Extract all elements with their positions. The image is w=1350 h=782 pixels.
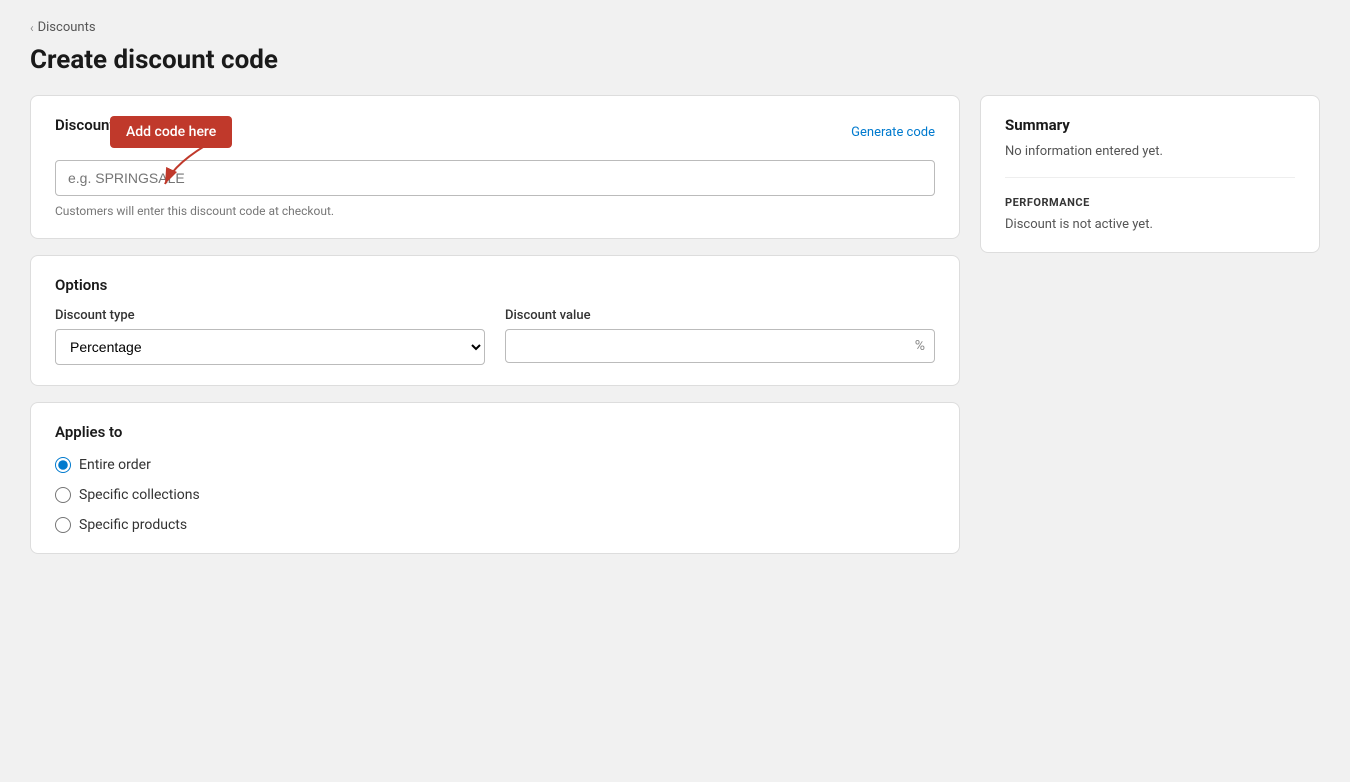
discount-type-label: Discount type: [55, 308, 485, 323]
discount-type-group: Discount type Percentage Fixed amount Fr…: [55, 308, 485, 365]
radio-specific-collections-label: Specific collections: [79, 487, 200, 503]
radio-specific-collections[interactable]: Specific collections: [55, 487, 935, 503]
performance-text: Discount is not active yet.: [1005, 217, 1295, 232]
page-title: Create discount code: [30, 45, 1320, 75]
discount-code-hint: Customers will enter this discount code …: [55, 204, 935, 218]
applies-to-radio-group: Entire order Specific collections Specif…: [55, 457, 935, 533]
discount-value-group: Discount value %: [505, 308, 935, 365]
summary-card: Summary No information entered yet. PERF…: [980, 95, 1320, 253]
discount-type-select[interactable]: Percentage Fixed amount Free shipping Bu…: [55, 329, 485, 365]
left-column: Discount code Generate code Add code her…: [30, 95, 960, 554]
radio-entire-order-label: Entire order: [79, 457, 151, 473]
options-title: Options: [55, 276, 935, 294]
applies-to-card: Applies to Entire order Specific collect…: [30, 402, 960, 554]
right-column: Summary No information entered yet. PERF…: [980, 95, 1320, 253]
radio-specific-products-input[interactable]: [55, 517, 71, 533]
applies-to-title: Applies to: [55, 423, 935, 441]
radio-specific-products[interactable]: Specific products: [55, 517, 935, 533]
radio-specific-products-label: Specific products: [79, 517, 187, 533]
radio-entire-order-input[interactable]: [55, 457, 71, 473]
discount-value-label: Discount value: [505, 308, 935, 323]
radio-entire-order[interactable]: Entire order: [55, 457, 935, 473]
radio-specific-collections-input[interactable]: [55, 487, 71, 503]
discount-code-input[interactable]: [55, 160, 935, 196]
summary-title: Summary: [1005, 116, 1295, 134]
back-chevron-icon: ‹: [30, 21, 34, 35]
discount-code-card: Discount code Generate code Add code her…: [30, 95, 960, 239]
options-card: Options Discount type Percentage Fixed a…: [30, 255, 960, 386]
performance-title: PERFORMANCE: [1005, 196, 1295, 209]
discount-value-input[interactable]: [505, 329, 935, 363]
breadcrumb: ‹ Discounts: [30, 20, 1320, 35]
callout-box: Add code here: [110, 116, 232, 148]
summary-no-info: No information entered yet.: [1005, 144, 1295, 178]
breadcrumb-discounts-link[interactable]: Discounts: [38, 20, 96, 35]
generate-code-link[interactable]: Generate code: [851, 125, 935, 140]
